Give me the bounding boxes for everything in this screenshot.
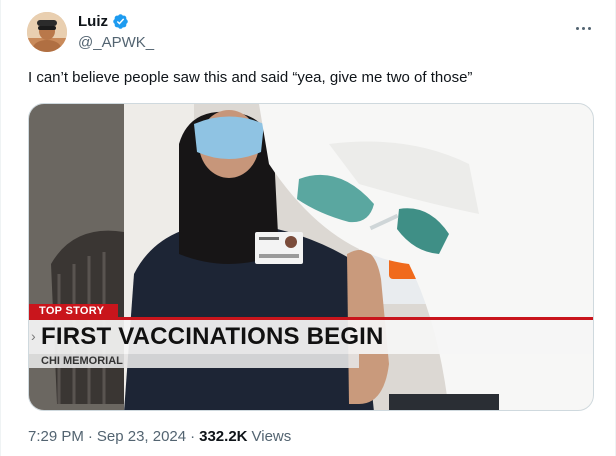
avatar[interactable]	[27, 12, 67, 52]
news-lower-third: TOP STORY › FIRST VACCINATIONS BEGIN CHI…	[29, 304, 593, 374]
tweet-card[interactable]: Luiz @_APWK_ I can’t believe people saw …	[0, 0, 616, 456]
separator-dot: ·	[87, 428, 93, 445]
news-headline: FIRST VACCINATIONS BEGIN	[41, 323, 384, 350]
more-options-icon[interactable]	[569, 16, 597, 40]
views-label: Views	[251, 428, 292, 445]
author-handle[interactable]: @_APWK_	[78, 34, 154, 51]
separator-dot: ·	[190, 428, 196, 445]
tweet-date-link[interactable]: Sep 23, 2024	[97, 428, 186, 445]
author-display-name[interactable]: Luiz	[78, 13, 108, 30]
top-story-tag: TOP STORY	[29, 304, 119, 319]
verified-badge-icon[interactable]	[112, 13, 129, 30]
tweet-text: I can’t believe people saw this and said…	[28, 69, 473, 86]
tweet-metadata: 7:29 PM · Sep 23, 2024 · 332.2K Views	[28, 428, 291, 445]
news-subline: CHI MEMORIAL	[41, 355, 123, 367]
tweet-media-image[interactable]: moria TOP STORY › FIRST VACCINATIONS BEG…	[28, 103, 594, 411]
chevron-right-icon: ›	[31, 328, 36, 344]
views-count: 332.2K	[199, 428, 248, 445]
tweet-time-link[interactable]: 7:29 PM	[28, 428, 84, 445]
